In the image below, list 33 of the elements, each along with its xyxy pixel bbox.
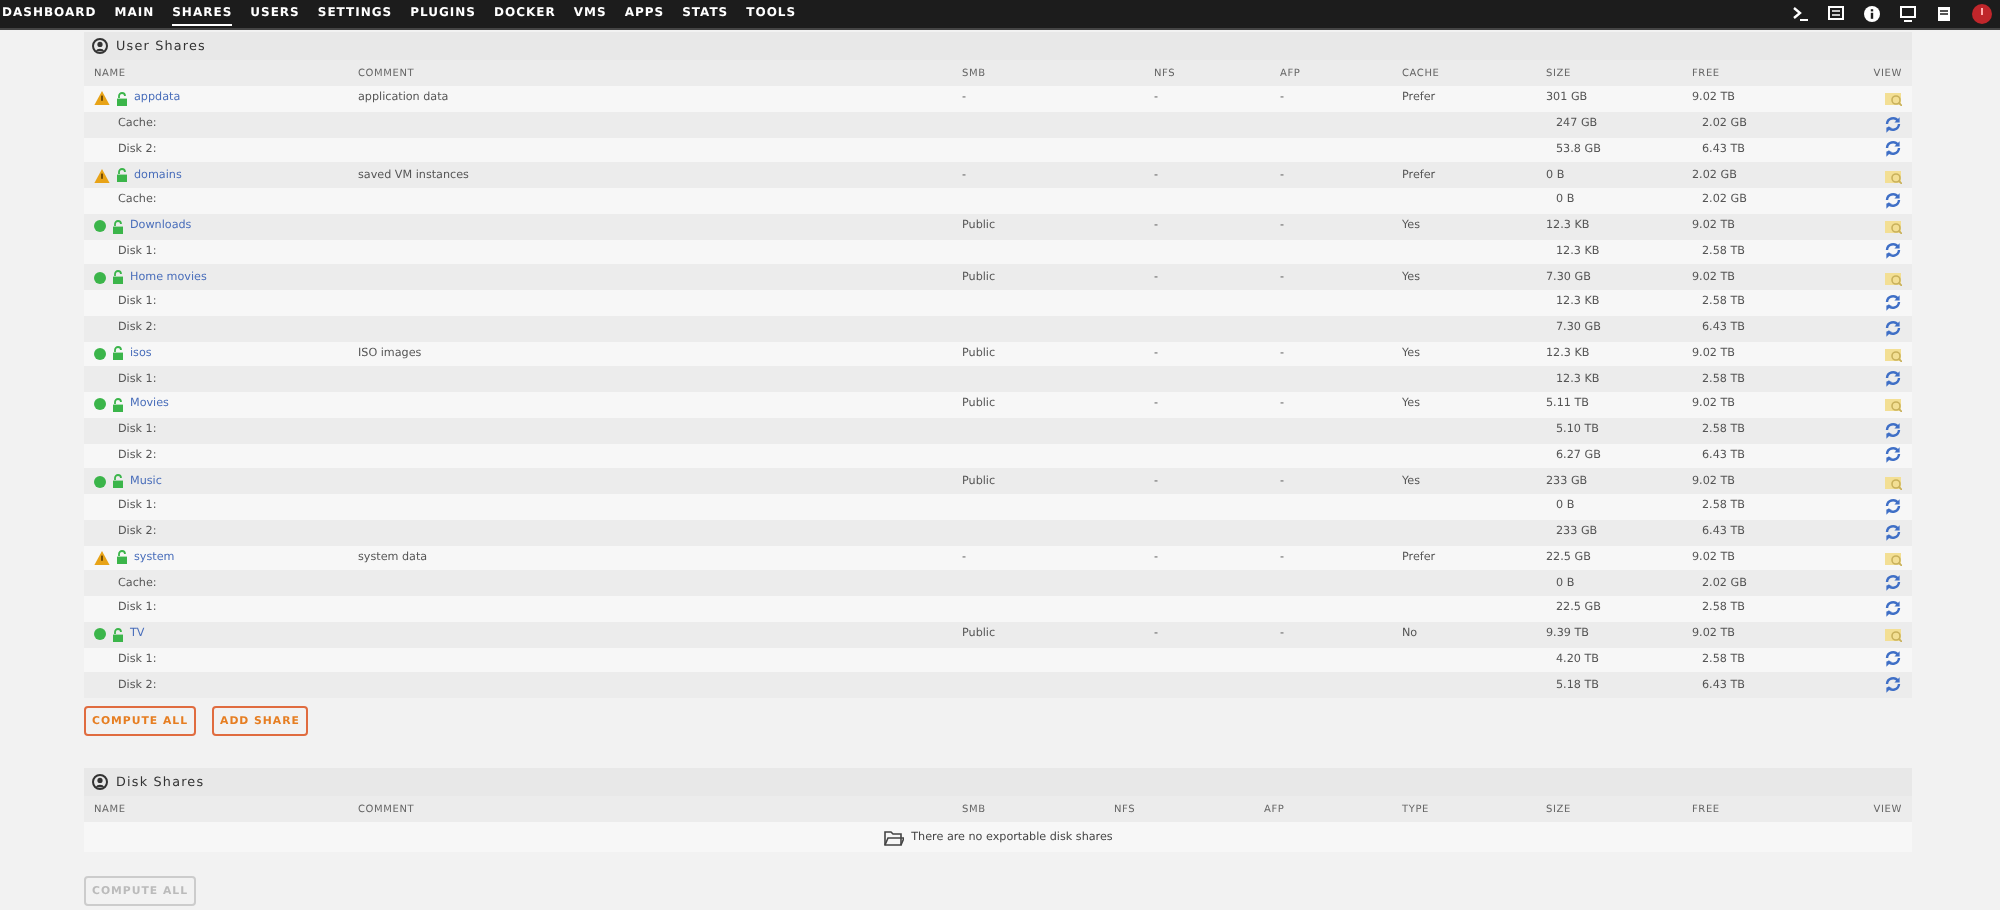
lock-icon (112, 627, 124, 642)
monitor-icon[interactable] (1900, 6, 1916, 22)
folder-icon (883, 829, 904, 845)
refresh-icon[interactable] (1884, 191, 1902, 210)
refresh-icon[interactable] (1884, 599, 1902, 618)
user-icon (92, 38, 108, 54)
refresh-icon[interactable] (1884, 293, 1902, 312)
chat-icon[interactable] (1828, 6, 1844, 22)
terminal-icon[interactable] (1792, 6, 1808, 22)
user-icon (92, 774, 108, 790)
lock-icon (112, 270, 124, 285)
lock-icon (112, 474, 124, 489)
power-icon[interactable] (1972, 4, 1992, 24)
refresh-icon[interactable] (1884, 446, 1902, 465)
refresh-icon[interactable] (1884, 497, 1902, 516)
refresh-icon[interactable] (1884, 115, 1902, 134)
refresh-icon[interactable] (1884, 523, 1902, 542)
refresh-icon[interactable] (1884, 370, 1902, 389)
refresh-icon[interactable] (1884, 650, 1902, 669)
lock-icon (112, 219, 124, 234)
lock-icon (112, 346, 124, 361)
refresh-icon[interactable] (1884, 676, 1902, 695)
refresh-icon[interactable] (1884, 140, 1902, 159)
refresh-icon[interactable] (1884, 574, 1902, 593)
lock-icon (116, 550, 128, 565)
refresh-icon[interactable] (1884, 421, 1902, 440)
lock-icon (116, 91, 128, 106)
lock-icon (116, 168, 128, 183)
lock-icon (112, 397, 124, 412)
refresh-icon[interactable] (1884, 242, 1902, 261)
info-icon[interactable] (1864, 6, 1880, 22)
notes-icon[interactable] (1936, 6, 1952, 22)
refresh-icon[interactable] (1884, 319, 1902, 338)
